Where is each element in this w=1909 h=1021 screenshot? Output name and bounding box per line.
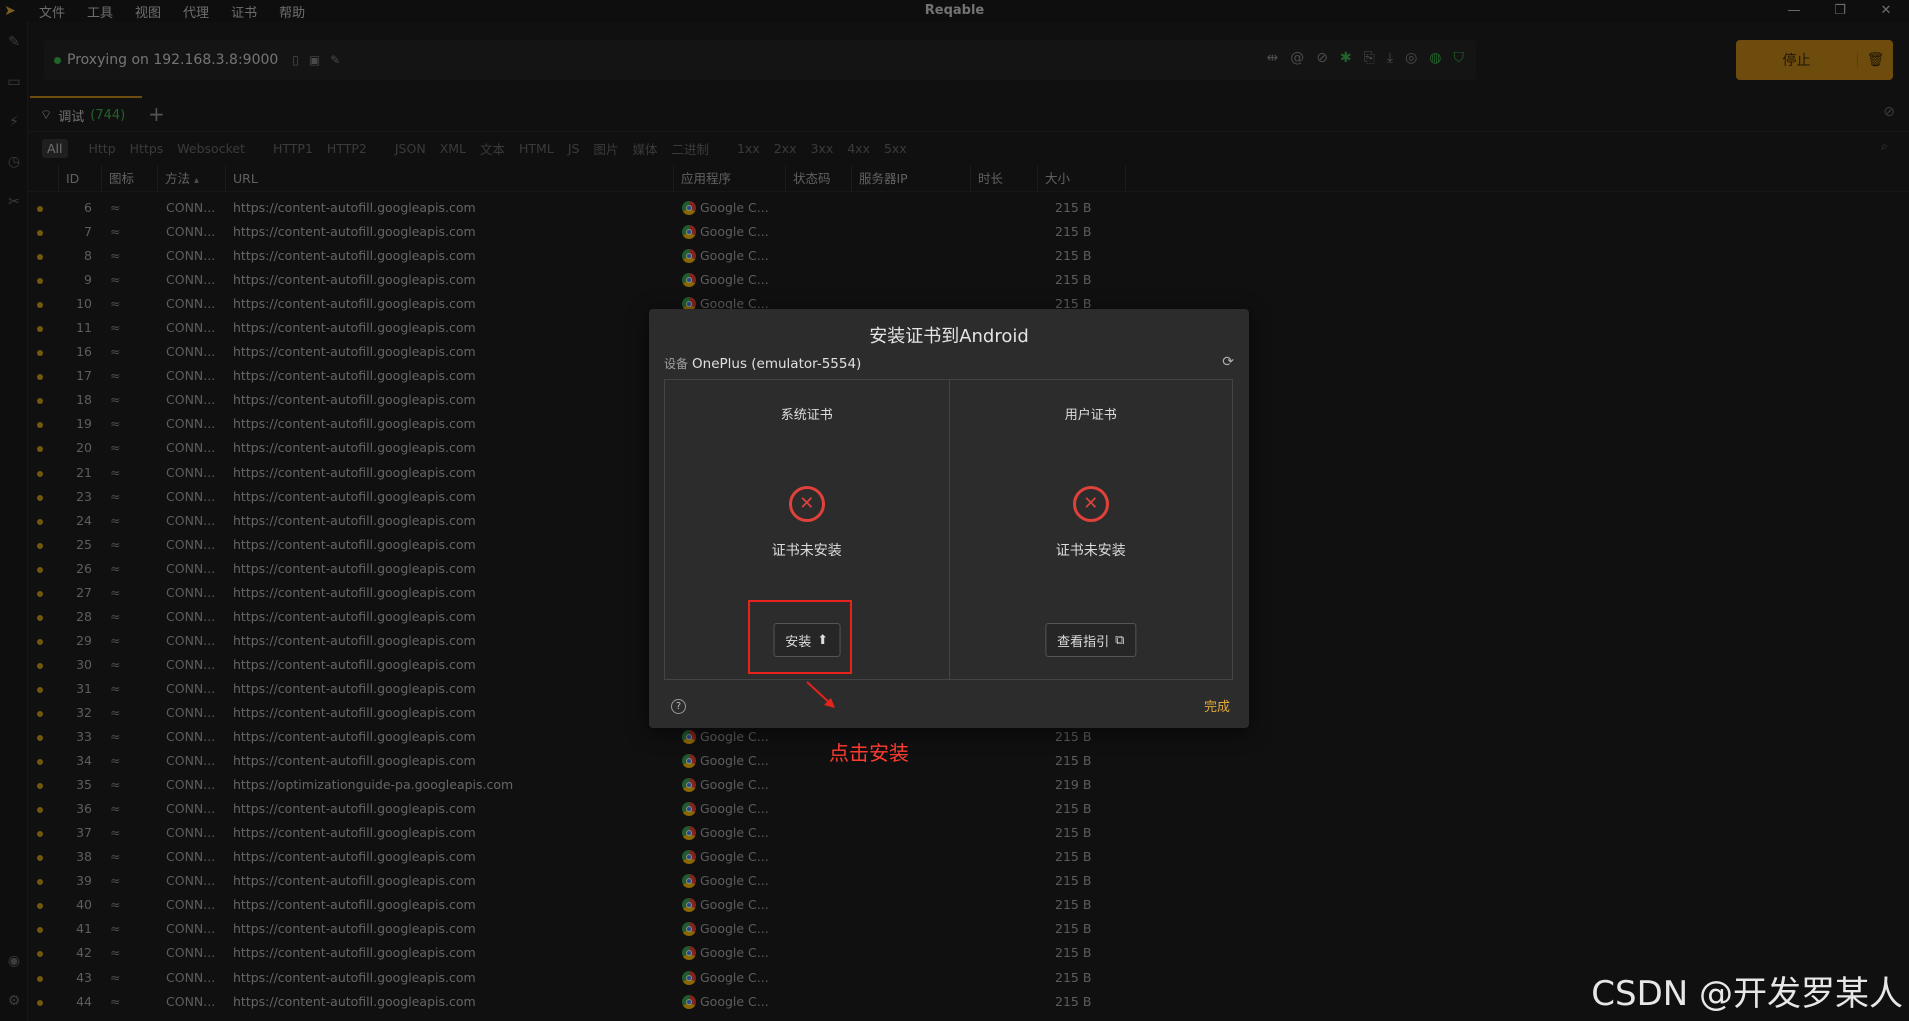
- view-guide-label: 查看指引: [1057, 634, 1110, 650]
- error-x-icon: ✕: [1072, 486, 1109, 522]
- done-button[interactable]: 完成: [1204, 696, 1230, 715]
- error-x-icon: ✕: [788, 486, 825, 522]
- user-cert-status: 证书未安装: [1055, 543, 1126, 559]
- watermark: CSDN @开发罗某人: [1591, 974, 1903, 1014]
- help-icon[interactable]: ?: [671, 699, 686, 714]
- annotation-arrow-icon: [806, 681, 835, 708]
- external-link-icon: ⧉: [1115, 632, 1125, 648]
- view-guide-button[interactable]: 查看指引 ⧉: [1045, 623, 1137, 657]
- highlight-box: [748, 600, 852, 674]
- device-label: 设备: [664, 357, 689, 371]
- dialog-title: 安装证书到Android: [869, 326, 1029, 347]
- user-cert-title: 用户证书: [1064, 408, 1117, 423]
- user-cert-pane: 用户证书 ✕ 证书未安装 查看指引 ⧉: [948, 380, 1233, 679]
- system-cert-status: 证书未安装: [771, 543, 842, 559]
- system-cert-title: 系统证书: [780, 408, 833, 423]
- device-name: OnePlus (emulator-5554): [692, 356, 862, 372]
- annotation-callout: 点击安装: [829, 741, 909, 765]
- install-certificate-dialog: 安装证书到Android 设备 OnePlus (emulator-5554) ⟳…: [649, 309, 1249, 728]
- refresh-icon[interactable]: ⟳: [1222, 354, 1234, 370]
- device-row: 设备 OnePlus (emulator-5554): [664, 355, 861, 372]
